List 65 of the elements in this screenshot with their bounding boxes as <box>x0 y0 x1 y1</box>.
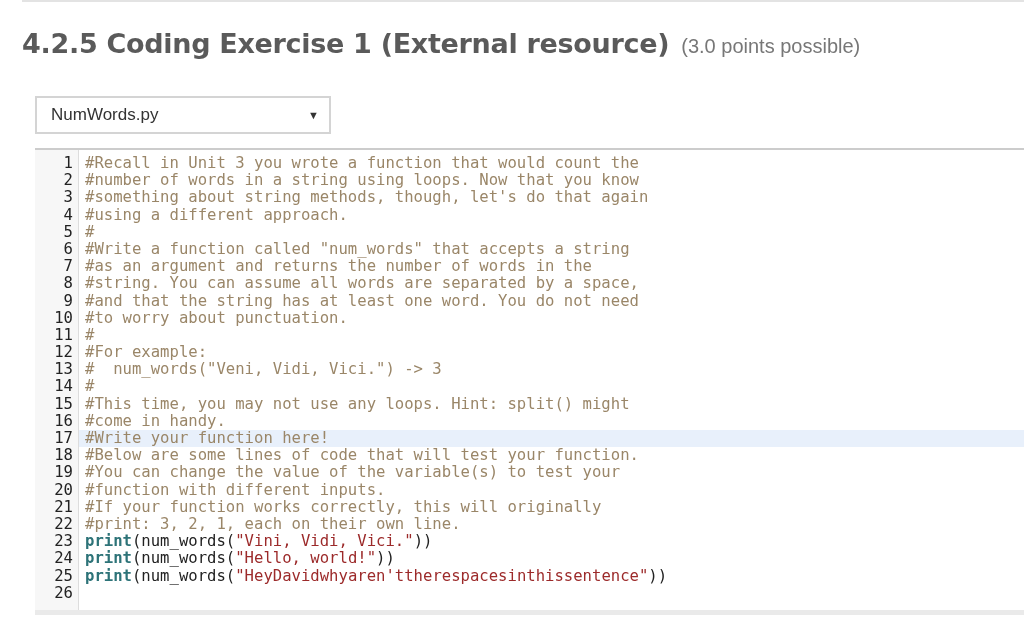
code-string: "Vini, Vidi, Vici." <box>235 532 414 551</box>
code-comment: #Write your function here! <box>85 429 330 447</box>
code-comment: #function with different inputs. <box>85 480 386 499</box>
file-select[interactable]: NumWords.py ▼ <box>35 96 331 134</box>
line-number: 20 <box>53 481 74 499</box>
line-number: 6 <box>62 240 74 259</box>
code-comment: #number of words in a string using loops. Now that you know <box>85 171 639 190</box>
line-number: 14 <box>53 378 74 396</box>
code-comment: #to worry about punctuation. <box>85 308 348 327</box>
line-number: 22 <box>53 515 74 534</box>
code-comment: #and that the string has at least one word. You do not need <box>85 291 639 310</box>
code-keyword: print <box>85 549 132 568</box>
line-number: 18 <box>53 447 74 465</box>
code-text: (num_words( <box>131 566 236 585</box>
code-comment: #If your function works correctly, this will originally <box>85 497 602 516</box>
line-number: 13 <box>53 361 74 379</box>
code-text: (num_words( <box>131 549 236 568</box>
code-comment: # num_words("Veni, Vidi, Vici.") -> 3 <box>85 360 442 379</box>
code-text: )) <box>376 549 395 568</box>
line-number: 23 <box>53 533 74 551</box>
code-comment: # <box>85 377 95 396</box>
line-number: 4 <box>62 206 74 224</box>
line-number: 19 <box>53 464 74 482</box>
code-comment: # <box>85 325 95 344</box>
code-keyword: print <box>85 566 132 585</box>
code-comment: #as an argument and returns the number of words in the <box>85 257 592 276</box>
code-comment: #Write a function called "num_words" that accepts a string <box>85 239 630 258</box>
line-number: 26 <box>53 584 74 602</box>
points-label: (3.0 points possible) <box>681 35 861 58</box>
code-editor[interactable] <box>35 148 1024 615</box>
line-number: 5 <box>62 223 74 241</box>
line-number: 1 <box>62 155 74 173</box>
code-comment: #using a different approach. <box>85 205 348 224</box>
line-number: 9 <box>62 292 74 310</box>
code-comment: #something about string methods, though, let's do that again <box>85 188 649 207</box>
code-comment: #print: 3, 2, 1, each on their own line. <box>85 514 461 533</box>
line-number: 2 <box>62 172 74 190</box>
line-number: 24 <box>53 550 74 568</box>
line-number: 15 <box>53 395 74 413</box>
line-number: 3 <box>62 189 74 207</box>
code-string: "HeyDavidwhyaren'ttherespacesinthissentence" <box>235 566 649 585</box>
code-comment: #come in handy. <box>85 411 226 430</box>
code-keyword: print <box>85 532 132 551</box>
line-number: 7 <box>62 258 74 276</box>
code-text: )) <box>413 532 433 551</box>
code-comment: #This time, you may not use any loops. Hint: split() might <box>85 394 630 413</box>
code-comment: # <box>85 222 95 241</box>
code-string: "Hello, world!" <box>235 549 377 568</box>
horizontal-scrollbar[interactable] <box>35 610 1024 615</box>
line-number: 17 <box>53 430 74 448</box>
line-number: 16 <box>53 412 74 430</box>
line-number: 12 <box>53 344 74 362</box>
exercise-title: 4.2.5 Coding Exercise 1 (External resource) <box>22 28 670 59</box>
code-comment: #Recall in Unit 3 you wrote a function that would count the <box>85 154 639 172</box>
line-number: 25 <box>53 567 74 585</box>
line-number: 11 <box>53 326 74 345</box>
code-text: (num_words( <box>131 532 236 551</box>
code-comment: #For example: <box>85 343 208 362</box>
code-comment: #string. You can assume all words are separated by a space, <box>85 274 639 293</box>
code-comment: #Below are some lines of code that will test your function. <box>85 446 639 465</box>
line-number: 8 <box>62 275 74 293</box>
code-comment: #You can change the value of the variable(s) to test your <box>85 463 621 482</box>
line-number: 10 <box>53 309 74 327</box>
line-number: 21 <box>53 498 74 516</box>
code-text: )) <box>648 566 668 585</box>
